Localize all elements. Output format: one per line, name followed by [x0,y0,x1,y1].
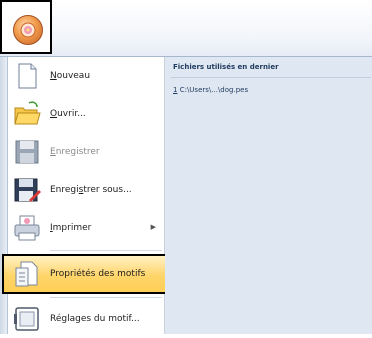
menu-item-save-as[interactable]: Enregistrer sous... [10,171,160,209]
new-document-icon [18,63,37,89]
app-menu-button[interactable] [13,15,43,45]
recent-files-header: Fichiers utilisés en dernier [173,63,279,71]
recent-file-index: 1 [173,86,178,94]
save-icon [15,140,39,164]
save-as-icon [14,178,41,202]
menu-separator [50,250,162,251]
menu-item-label: Nouveau [50,71,91,81]
recent-file-item[interactable]: 1 C:\Users\...\dog.pes [173,86,248,94]
embroidery-app-icon [20,22,36,38]
menu-item-label: Propriétés des motifs [50,269,146,279]
design-properties-icon [15,261,38,287]
menu-item-label: Enregistrer sous... [50,185,132,195]
print-icon [14,215,40,241]
recent-files-panel: Fichiers utilisés en dernier 1 C:\Users\… [165,57,372,334]
menu-item-label: Ouvrir... [50,109,86,119]
design-settings-icon [14,307,39,331]
menu-item-label: Imprimer [50,223,92,233]
menu-item-print[interactable]: Imprimer ▶ [10,209,160,247]
menu-item-design-settings[interactable]: Réglages du motif... [10,300,160,338]
app-menu-button-frame[interactable] [0,0,52,54]
title-bar [0,0,372,56]
menu-separator [50,297,162,298]
recent-file-path: C:\Users\...\dog.pes [179,86,249,94]
submenu-arrow-icon: ▶ [150,223,156,231]
menu-item-label: Réglages du motif... [50,314,140,324]
menu-item-save: Enregistrer [10,133,160,171]
recent-files-divider [171,77,371,78]
menu-commands: Nouveau Ouvrir... Enregistrer Enregistre… [2,57,182,334]
open-folder-icon [14,101,41,125]
menu-item-label: Enregistrer [50,147,100,157]
menu-item-open[interactable]: Ouvrir... [10,95,160,133]
menu-item-new[interactable]: Nouveau [10,57,160,95]
menu-item-design-properties[interactable]: Propriétés des motifs [2,254,182,294]
application-menu: Nouveau Ouvrir... Enregistrer Enregistre… [0,56,372,334]
